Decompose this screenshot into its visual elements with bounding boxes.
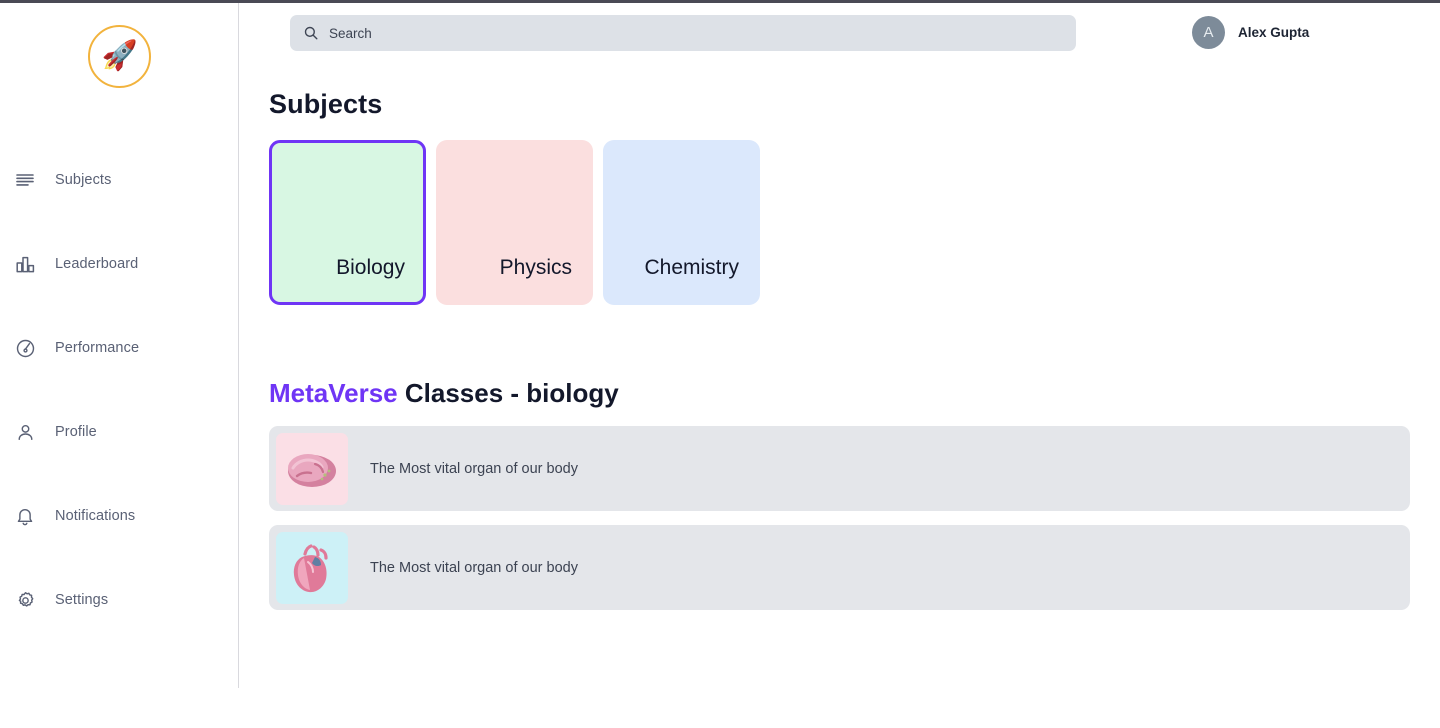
- sidebar-item-notifications[interactable]: Notifications: [0, 499, 239, 533]
- sidebar-item-performance[interactable]: Performance: [0, 331, 239, 365]
- app-logo[interactable]: 🚀: [0, 25, 239, 88]
- classes-heading-rest: Classes - biology: [397, 378, 619, 408]
- list-lines-icon: [14, 169, 36, 191]
- class-title: The Most vital organ of our body: [370, 460, 578, 477]
- bar-chart-icon: [14, 253, 36, 275]
- subject-card-chemistry[interactable]: Chemistry: [603, 140, 760, 305]
- heart-illustration: [293, 543, 328, 592]
- sidebar-item-label: Settings: [55, 592, 109, 608]
- brain-icon: [276, 432, 348, 505]
- speedometer-icon: [14, 337, 36, 359]
- sidebar-item-leaderboard[interactable]: Leaderboard: [0, 247, 239, 281]
- sidebar-item-label: Leaderboard: [55, 256, 139, 272]
- class-list: The Most vital organ of our body The Mos…: [269, 426, 1410, 624]
- page-title: Subjects: [269, 89, 383, 119]
- brand-metaverse: MetaVerse: [269, 378, 398, 408]
- subject-card-physics[interactable]: Physics: [436, 140, 593, 305]
- subject-card-list: Biology Physics Chemistry: [269, 140, 760, 305]
- sidebar: 🚀 Subjects Leaderboard Performance Profi…: [0, 3, 239, 688]
- bell-icon: [14, 505, 36, 527]
- subject-card-biology[interactable]: Biology: [269, 140, 426, 305]
- app-root: 🚀 Subjects Leaderboard Performance Profi…: [0, 0, 1440, 728]
- main-content: Subjects Biology Physics Chemistry MetaV…: [269, 3, 1440, 728]
- subject-card-label: Biology: [336, 256, 405, 279]
- sidebar-item-label: Notifications: [55, 508, 136, 524]
- brain-illustration: [288, 453, 336, 487]
- class-row[interactable]: The Most vital organ of our body: [269, 525, 1410, 610]
- rocket-glyph: 🚀: [101, 40, 138, 72]
- subject-card-label: Chemistry: [644, 256, 739, 279]
- class-title: The Most vital organ of our body: [370, 559, 578, 576]
- heart-organ-icon: [276, 531, 348, 604]
- user-icon: [14, 421, 36, 443]
- gear-icon: [14, 589, 36, 611]
- sidebar-item-label: Profile: [55, 424, 97, 440]
- subject-card-label: Physics: [499, 256, 572, 279]
- sidebar-item-profile[interactable]: Profile: [0, 415, 239, 449]
- sidebar-item-subjects[interactable]: Subjects: [0, 163, 239, 197]
- rocket-icon: 🚀: [88, 25, 151, 88]
- class-row[interactable]: The Most vital organ of our body: [269, 426, 1410, 511]
- sidebar-item-settings[interactable]: Settings: [0, 583, 239, 617]
- sidebar-item-label: Subjects: [55, 172, 112, 188]
- sidebar-nav: Subjects Leaderboard Performance Profile…: [0, 163, 239, 667]
- sidebar-item-label: Performance: [55, 340, 140, 356]
- classes-heading: MetaVerse Classes - biology: [269, 378, 619, 409]
